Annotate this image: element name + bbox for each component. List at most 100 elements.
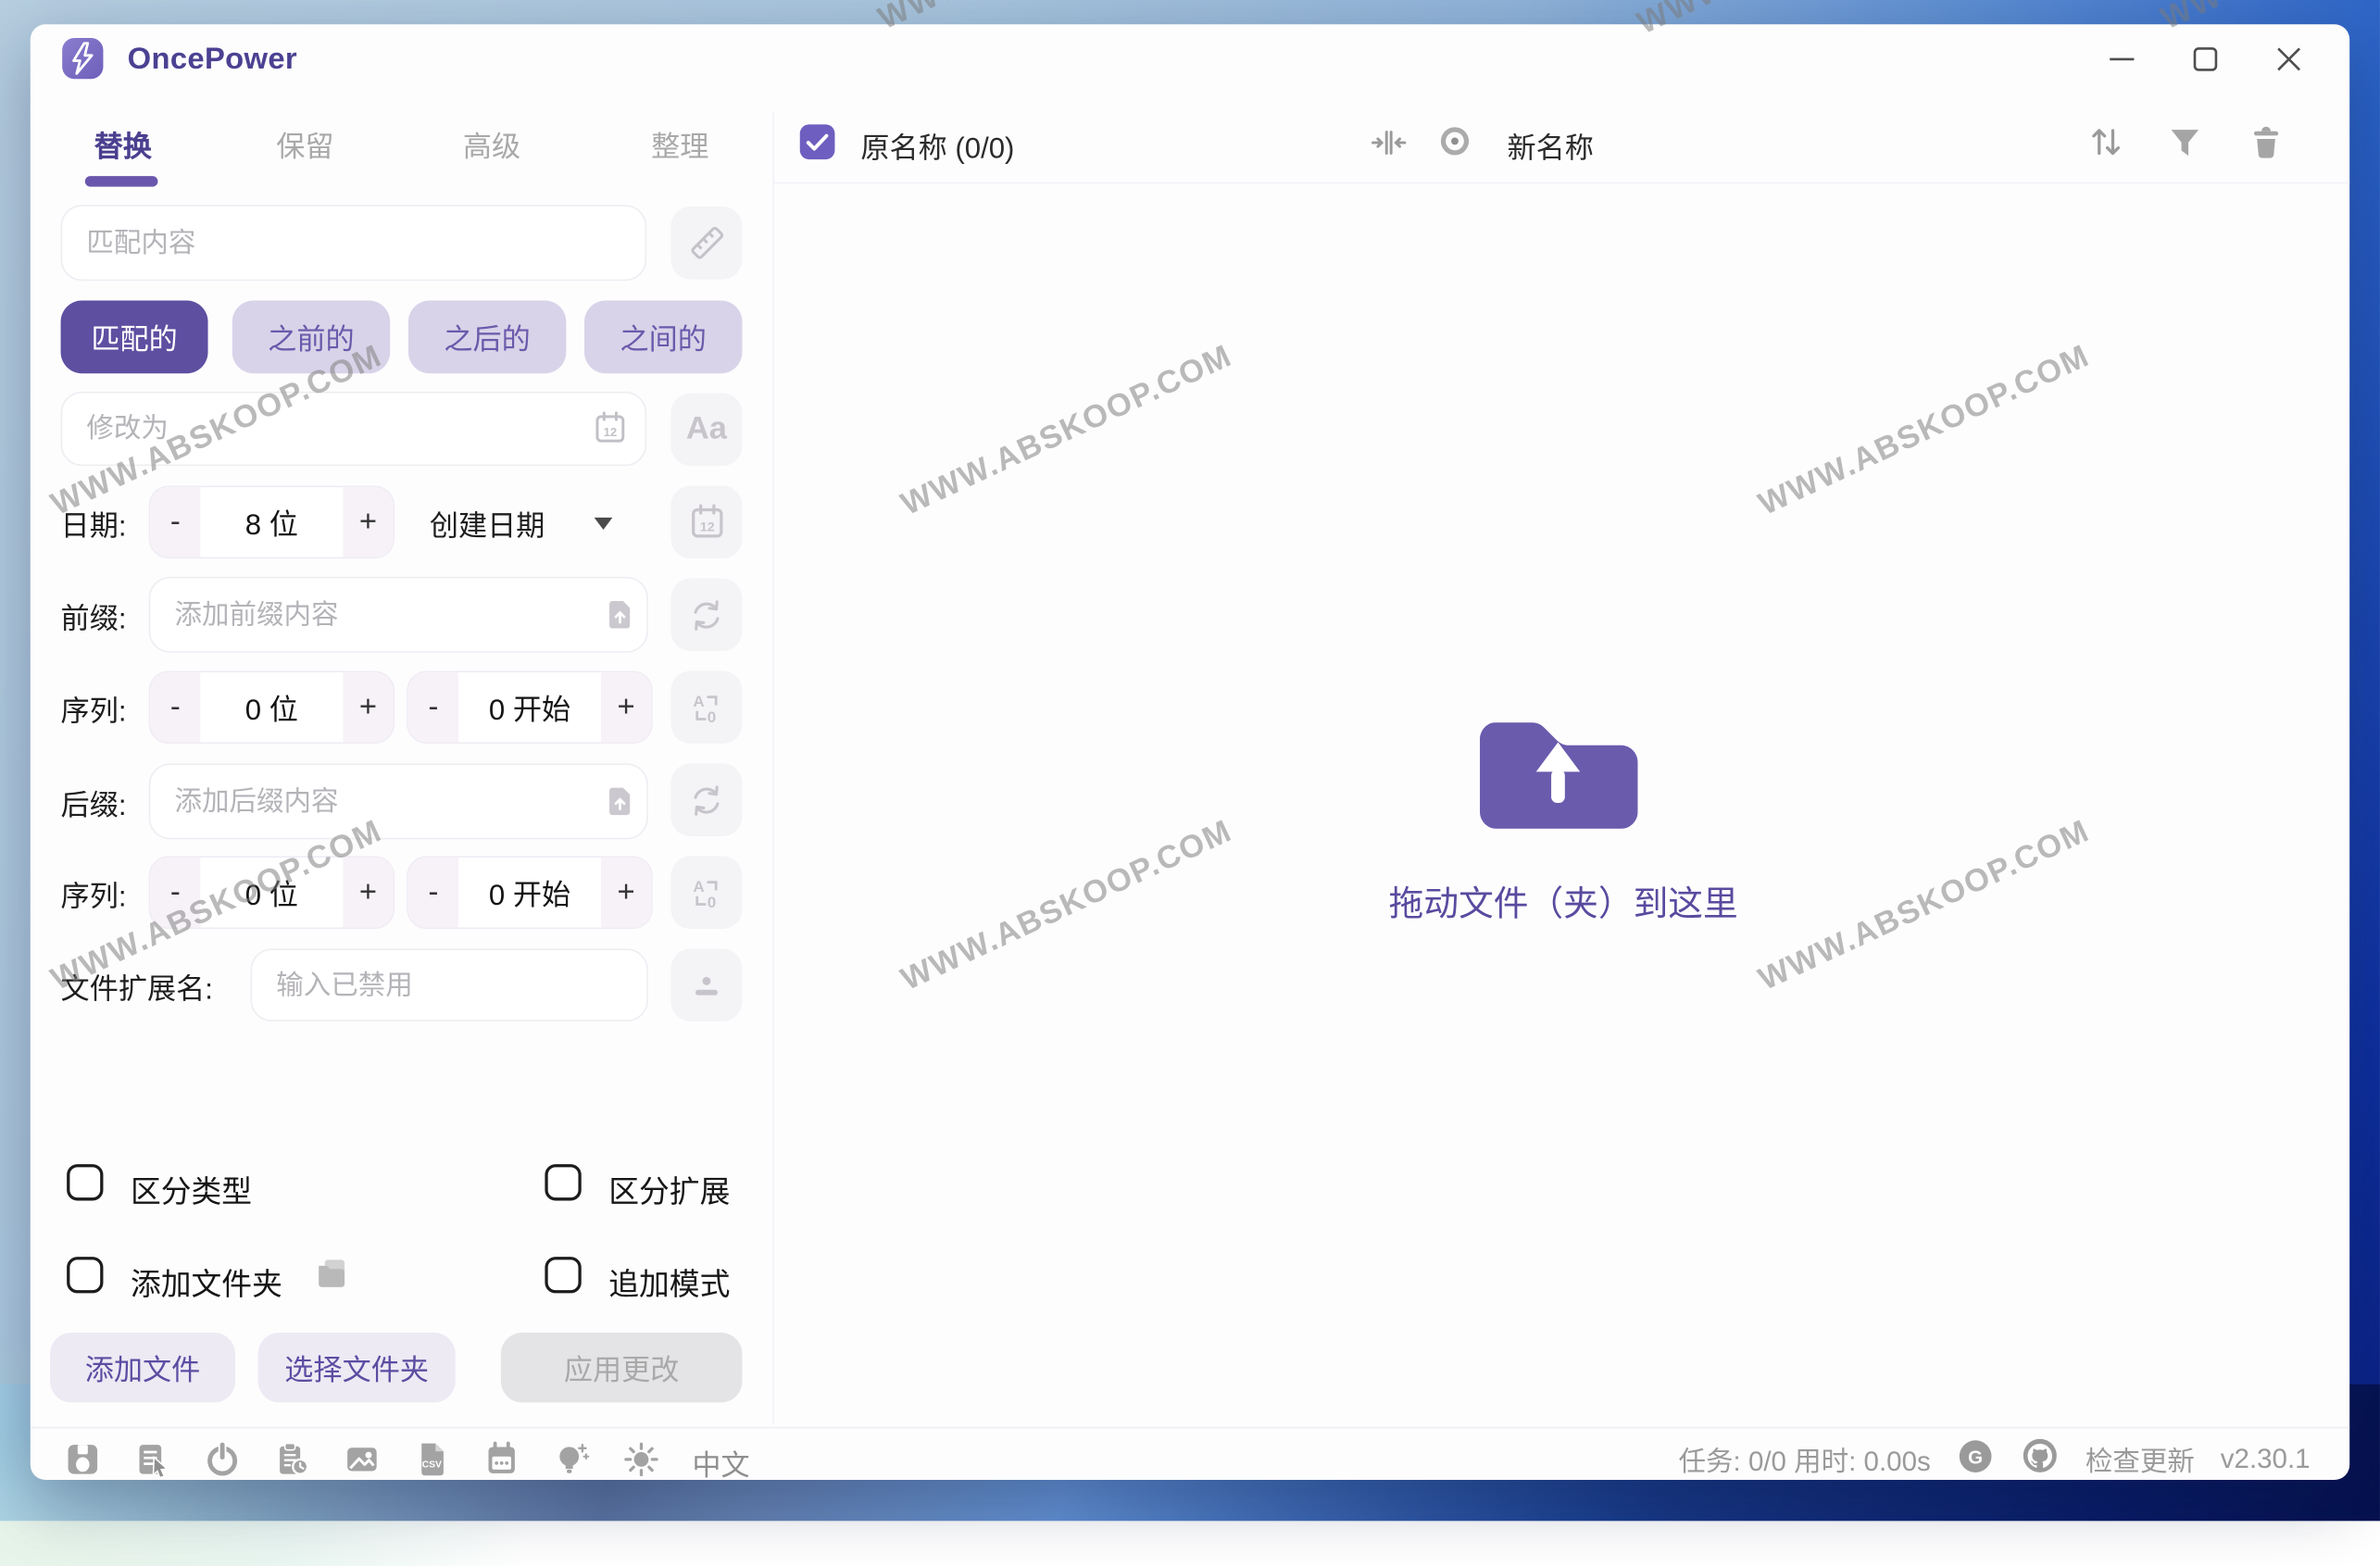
- original-name-header: 原名称 (0/0): [860, 126, 1014, 167]
- extension-toggle-button[interactable]: [670, 948, 742, 1021]
- filter-icon[interactable]: [2169, 128, 2200, 158]
- save-config-icon[interactable]: [64, 1440, 102, 1485]
- suffix-row-label: 后缀:: [61, 783, 127, 824]
- sequence1-digits-minus[interactable]: -: [150, 672, 200, 742]
- chevron-down-icon[interactable]: [592, 513, 615, 541]
- sequence2-digits-plus[interactable]: +: [343, 858, 393, 927]
- case-aa-button[interactable]: Aa: [670, 394, 742, 467]
- trash-icon[interactable]: [2249, 124, 2283, 159]
- status-bar-divider: [31, 1427, 2349, 1429]
- add-files-button[interactable]: 添加文件: [50, 1333, 235, 1402]
- svg-text:0: 0: [708, 708, 717, 725]
- maximize-button[interactable]: [2185, 40, 2227, 80]
- sequence2-start-value: 0 开始: [458, 858, 601, 927]
- folder-icon: [314, 1257, 349, 1297]
- date-calendar-button[interactable]: 12: [670, 485, 742, 558]
- close-button[interactable]: [2268, 40, 2311, 80]
- sequence2-start-stepper: - 0 开始 +: [407, 856, 653, 929]
- sequence2-digits-minus[interactable]: -: [150, 858, 200, 927]
- tab-advanced[interactable]: 高级: [446, 124, 537, 165]
- select-folder-button[interactable]: 选择文件夹: [258, 1333, 456, 1402]
- checkbox-label-append-mode: 追加模式: [608, 1259, 730, 1304]
- date-row-label: 日期:: [61, 504, 127, 545]
- checkbox-distinguish-type[interactable]: [67, 1164, 103, 1200]
- csv-file-icon[interactable]: CSV: [413, 1440, 451, 1485]
- aa-label: Aa: [686, 411, 727, 447]
- status-info: 任务: 0/0 用时: 0.00s G 检查更新 v2.30.1: [1679, 1435, 2311, 1483]
- sequence1-start-stepper: - 0 开始 +: [407, 670, 653, 744]
- sequence1-row-label: 序列:: [61, 689, 127, 730]
- language-toggle[interactable]: 中文: [692, 1443, 749, 1484]
- tips-bulb-icon[interactable]: [553, 1440, 591, 1485]
- svg-text:G: G: [1968, 1447, 1983, 1468]
- minimize-button[interactable]: [2100, 40, 2143, 80]
- task-history-icon[interactable]: [273, 1440, 311, 1485]
- app-title: OncePower: [128, 43, 297, 78]
- sequence1-start-minus[interactable]: -: [408, 672, 458, 742]
- suffix-input[interactable]: [149, 763, 648, 839]
- active-tab-indicator: [85, 176, 158, 186]
- sort-icon[interactable]: [2088, 124, 2123, 159]
- upload-folder-icon: [1480, 722, 1637, 836]
- desktop: OncePower 替换 保留 高级 整理 原名称 (0/0): [0, 0, 2380, 1521]
- date-digits-stepper: - 8 位 +: [149, 485, 395, 558]
- tab-keep[interactable]: 保留: [259, 124, 350, 165]
- match-content-input[interactable]: [61, 205, 647, 281]
- sequence2-start-minus[interactable]: -: [408, 858, 458, 927]
- mode-button-before[interactable]: 之前的: [232, 301, 390, 374]
- tab-replace[interactable]: 替换: [78, 124, 169, 165]
- sequence1-style-button[interactable]: A 0: [670, 670, 742, 744]
- mode-button-matched[interactable]: 匹配的: [61, 301, 208, 374]
- check-update-link[interactable]: 检查更新: [2086, 1440, 2195, 1480]
- panel-divider: [772, 112, 774, 1423]
- prefix-row-label: 前缀:: [61, 596, 127, 637]
- svg-text:CSV: CSV: [422, 1460, 442, 1471]
- gitee-icon[interactable]: G: [1957, 1436, 1995, 1482]
- checkbox-distinguish-extension[interactable]: [545, 1164, 581, 1200]
- calendar-icon[interactable]: [482, 1440, 520, 1485]
- preview-eye-icon[interactable]: [1434, 124, 1475, 157]
- sequence2-digits-value: 0 位: [200, 858, 343, 927]
- select-all-checkbox[interactable]: [800, 124, 835, 159]
- app-window: OncePower 替换 保留 高级 整理 原名称 (0/0): [31, 24, 2349, 1480]
- ruler-icon-button[interactable]: [670, 207, 742, 280]
- date-digits-minus[interactable]: -: [150, 487, 200, 557]
- sequence2-digits-stepper: - 0 位 +: [149, 856, 395, 929]
- checkbox-label-distinguish-extension: 区分扩展: [608, 1167, 730, 1211]
- sequence1-digits-value: 0 位: [200, 672, 343, 742]
- sequence2-start-plus[interactable]: +: [601, 858, 651, 927]
- apply-changes-button[interactable]: 应用更改: [501, 1333, 743, 1402]
- prefix-loop-button[interactable]: [670, 578, 742, 651]
- mode-button-after[interactable]: 之后的: [408, 301, 566, 374]
- replace-with-input[interactable]: [61, 392, 647, 466]
- power-icon[interactable]: [204, 1440, 242, 1485]
- image-icon[interactable]: [343, 1440, 381, 1485]
- collapse-columns-icon[interactable]: [1371, 128, 1407, 158]
- date-digits-value: 8 位: [200, 487, 343, 557]
- sequence1-start-plus[interactable]: +: [601, 672, 651, 742]
- sequence1-digits-stepper: - 0 位 +: [149, 670, 395, 744]
- new-name-header: 新名称: [1508, 126, 1594, 167]
- date-digits-plus[interactable]: +: [343, 487, 393, 557]
- version-text: v2.30.1: [2221, 1444, 2311, 1475]
- tab-organize[interactable]: 整理: [634, 124, 725, 165]
- theme-sun-icon[interactable]: [622, 1440, 660, 1485]
- sequence2-row-label: 序列:: [61, 874, 127, 915]
- svg-text:12: 12: [699, 520, 714, 535]
- select-list-icon[interactable]: [133, 1440, 171, 1485]
- checkbox-add-folder[interactable]: [67, 1257, 103, 1293]
- date-type-select[interactable]: 创建日期: [430, 504, 545, 545]
- github-icon[interactable]: [2020, 1435, 2060, 1483]
- extension-input[interactable]: [250, 948, 647, 1021]
- svg-text:A: A: [693, 877, 704, 895]
- extension-row-label: 文件扩展名:: [61, 967, 213, 1008]
- sequence1-digits-plus[interactable]: +: [343, 672, 393, 742]
- svg-text:0: 0: [708, 893, 717, 910]
- checkbox-append-mode[interactable]: [545, 1257, 581, 1293]
- sequence2-style-button[interactable]: A 0: [670, 856, 742, 929]
- app-logo-icon: [61, 36, 106, 81]
- mode-button-between[interactable]: 之间的: [584, 301, 742, 374]
- suffix-loop-button[interactable]: [670, 763, 742, 836]
- prefix-input[interactable]: [149, 577, 648, 653]
- checkbox-label-add-folder: 添加文件夹: [131, 1259, 282, 1304]
